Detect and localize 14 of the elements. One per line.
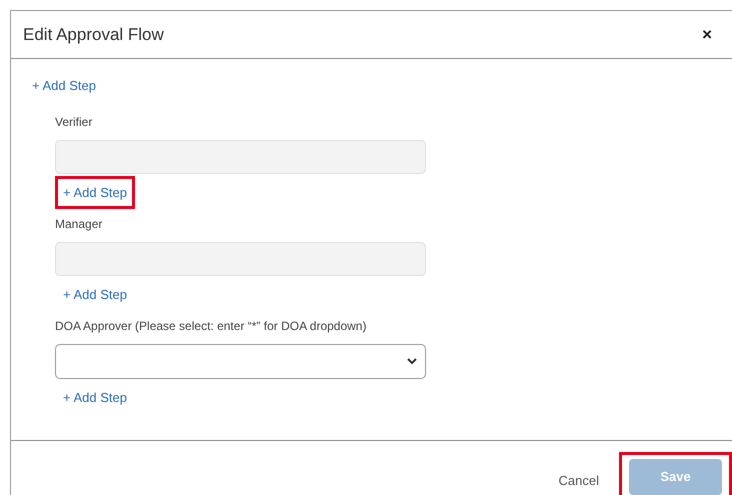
add-step-link[interactable]: + Add Step bbox=[63, 184, 127, 201]
field-label: Manager bbox=[55, 216, 102, 233]
input-field[interactable] bbox=[55, 140, 426, 174]
input-field[interactable] bbox=[55, 242, 426, 276]
add-step-link[interactable]: + Add Step bbox=[32, 76, 96, 94]
close-button[interactable]: × bbox=[702, 26, 712, 43]
field-label: DOA Approver (Please select: enter “*” for DOA dropdown) bbox=[55, 318, 366, 335]
field-label: Verifier bbox=[55, 114, 92, 131]
add-step-link[interactable]: + Add Step bbox=[63, 286, 127, 303]
chevron-down-icon bbox=[407, 358, 417, 365]
cancel-button[interactable]: Cancel bbox=[558, 471, 599, 490]
dialog-title: Edit Approval Flow bbox=[23, 24, 164, 46]
select-field[interactable] bbox=[55, 344, 426, 379]
add-step-link[interactable]: + Add Step bbox=[63, 388, 127, 406]
